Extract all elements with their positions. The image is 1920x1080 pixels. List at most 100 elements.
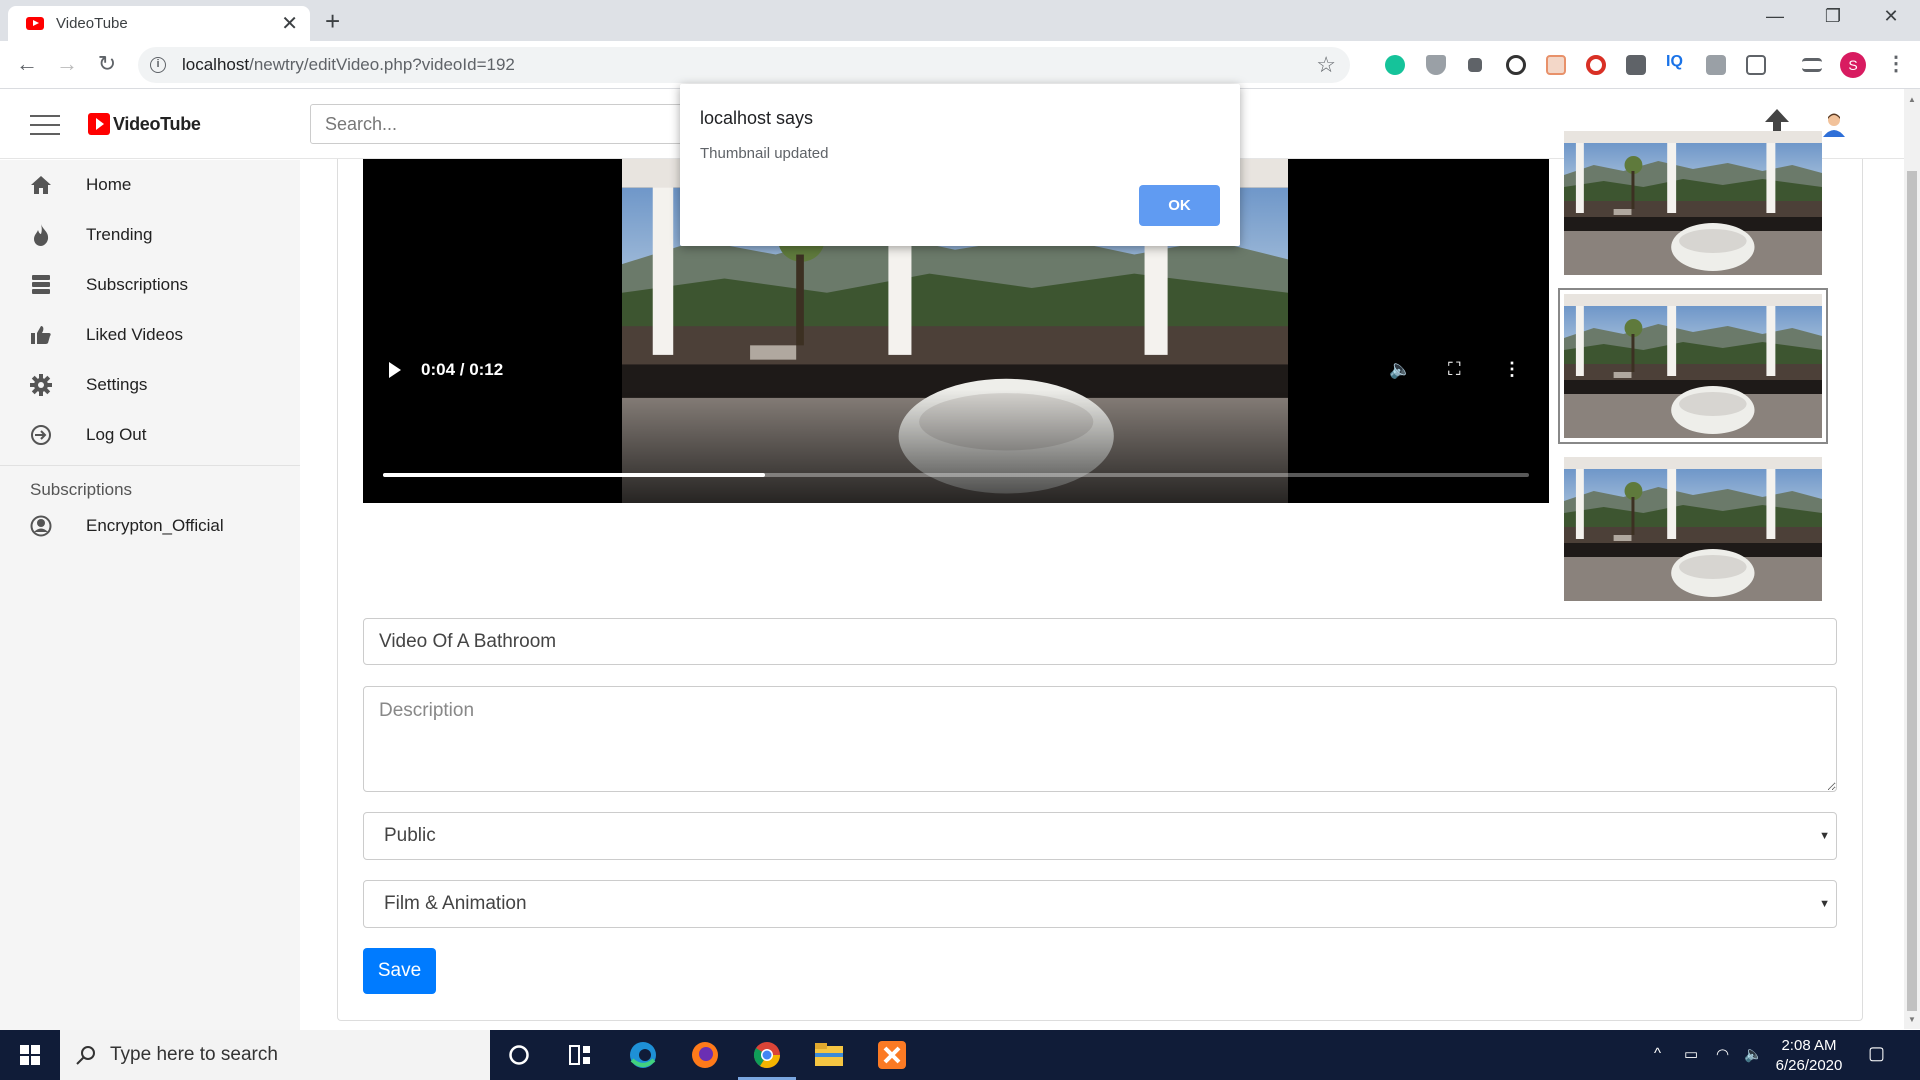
close-window-icon[interactable]: ✕ <box>1876 6 1906 27</box>
url-text[interactable]: localhost/newtry/editVideo.php?videoId=1… <box>182 55 515 75</box>
sidebar: Home Trending Subscriptions Liked Videos… <box>0 160 300 1030</box>
video-title-input[interactable] <box>363 618 1837 665</box>
chevron-down-icon: ▼ <box>1819 898 1830 910</box>
dialog-message: Thumbnail updated <box>700 145 829 162</box>
sidebar-item-label: Trending <box>86 225 153 244</box>
alert-dialog: localhost says Thumbnail updated OK <box>680 84 1240 246</box>
scrollbar-thumb[interactable] <box>1907 171 1917 1011</box>
speaker-icon[interactable]: 🔈 <box>1744 1045 1763 1063</box>
back-arrow-icon[interactable]: ← <box>14 51 40 77</box>
taskbar-clock[interactable]: 2:08 AM 6/26/2020 <box>1764 1036 1854 1076</box>
thumbnail-option-selected[interactable] <box>1560 290 1826 442</box>
scroll-down-icon[interactable]: ▼ <box>1908 1015 1916 1024</box>
sidebar-divider <box>0 465 300 466</box>
address-bar[interactable]: i localhost/newtry/editVideo.php?videoId… <box>138 47 1350 83</box>
subscription-channel-label: Encrypton_Official <box>86 516 224 535</box>
category-selected-value: Film & Animation <box>384 893 527 914</box>
logo-text: VideoTube <box>113 113 201 134</box>
video-extension-icon[interactable] <box>1706 55 1726 75</box>
record-extension-icon[interactable] <box>1506 55 1526 75</box>
new-tab-icon[interactable]: + <box>325 6 340 36</box>
volume-icon[interactable]: 🔈 <box>1389 359 1411 380</box>
calendar-extension-icon[interactable] <box>1546 55 1566 75</box>
videotube-favicon-icon <box>26 17 44 30</box>
sidebar-item-label: Settings <box>86 375 148 394</box>
privacy-selected-value: Public <box>384 825 436 846</box>
forward-arrow-icon[interactable]: → <box>54 51 80 77</box>
subscriptions-icon <box>30 274 52 296</box>
video-controls-overlay <box>363 389 1549 503</box>
category-select[interactable]: Film & Animation ▼ <box>363 880 1837 928</box>
wifi-icon[interactable]: ◠ <box>1716 1045 1729 1063</box>
description-input[interactable] <box>363 686 1837 792</box>
grammarly-extension-icon[interactable] <box>1385 55 1405 75</box>
gear-icon <box>30 374 52 396</box>
edge-browser-icon[interactable] <box>626 1039 660 1071</box>
stop-extension-icon[interactable] <box>1586 55 1606 75</box>
url-path: /newtry/editVideo.php?videoId=192 <box>249 55 515 74</box>
fullscreen-icon[interactable]: ⛶ <box>1448 359 1461 380</box>
video-progress-bar[interactable] <box>383 473 1529 477</box>
windows-start-icon[interactable] <box>0 1030 60 1080</box>
privacy-select[interactable]: Public ▼ <box>363 812 1837 860</box>
taskbar-search[interactable]: Type here to search <box>60 1030 490 1080</box>
videotube-logo[interactable]: VideoTube <box>88 113 201 135</box>
more-options-icon[interactable]: ⋮ <box>1503 359 1521 380</box>
sidebar-item-label: Subscriptions <box>86 275 189 294</box>
dialog-title: localhost says <box>700 108 814 128</box>
video-time: 0:04 / 0:12 <box>421 360 504 379</box>
restore-icon[interactable]: ❐ <box>1818 6 1848 27</box>
thumbnail-image <box>1564 294 1822 438</box>
close-tab-icon[interactable]: ✕ <box>281 11 298 36</box>
search-input[interactable] <box>310 104 730 144</box>
flame-icon <box>30 224 52 246</box>
media-queue-icon[interactable] <box>1802 58 1822 72</box>
sidebar-item-subscriptions[interactable]: Subscriptions <box>0 260 300 310</box>
info-icon[interactable]: i <box>150 57 166 73</box>
show-hidden-icons[interactable]: ^ <box>1654 1045 1661 1062</box>
task-view-icon[interactable] <box>563 1039 597 1071</box>
subscription-item[interactable]: Encrypton_Official <box>0 506 300 546</box>
iq-extension-icon[interactable]: IQ <box>1666 53 1686 73</box>
bookmark-star-icon[interactable]: ☆ <box>1316 52 1336 78</box>
thumbnail-option[interactable] <box>1564 457 1822 601</box>
tb-extension-icon[interactable] <box>1626 55 1646 75</box>
sidebar-item-label: Log Out <box>86 425 147 444</box>
chrome-icon[interactable] <box>750 1039 784 1071</box>
sidebar-item-home[interactable]: Home <box>0 160 300 210</box>
dialog-ok-button[interactable]: OK <box>1139 185 1220 226</box>
video-progress-fill <box>383 473 765 477</box>
eyedropper-extension-icon[interactable] <box>1468 58 1482 72</box>
notifications-icon[interactable]: ▢ <box>1868 1043 1885 1064</box>
clock-time: 2:08 AM <box>1781 1037 1837 1054</box>
xampp-icon[interactable] <box>875 1039 909 1071</box>
cortana-icon[interactable] <box>502 1039 536 1071</box>
battery-icon[interactable]: ▭ <box>1684 1045 1698 1063</box>
hamburger-menu-icon[interactable] <box>30 115 60 135</box>
user-circle-icon <box>30 515 52 537</box>
scroll-up-icon[interactable]: ▲ <box>1908 95 1916 104</box>
minimize-icon[interactable]: — <box>1760 6 1790 27</box>
firefox-icon[interactable] <box>688 1039 722 1071</box>
save-button[interactable]: Save <box>363 948 436 994</box>
sidebar-item-log-out[interactable]: Log Out <box>0 410 300 460</box>
sidebar-item-label: Liked Videos <box>86 325 184 344</box>
camera-extension-icon[interactable] <box>1746 55 1766 75</box>
sidebar-item-liked-videos[interactable]: Liked Videos <box>0 310 300 360</box>
thumbnail-option[interactable] <box>1564 131 1822 275</box>
user-avatar-icon[interactable] <box>1822 111 1846 137</box>
file-explorer-icon[interactable] <box>812 1039 846 1071</box>
sidebar-item-trending[interactable]: Trending <box>0 210 300 260</box>
clock-date: 6/26/2020 <box>1775 1057 1843 1074</box>
sidebar-item-label: Home <box>86 175 132 194</box>
browser-menu-icon[interactable]: ⋮ <box>1886 51 1906 76</box>
sidebar-item-settings[interactable]: Settings <box>0 360 300 410</box>
profile-avatar[interactable]: S <box>1840 52 1866 78</box>
play-icon[interactable] <box>389 362 401 378</box>
chevron-down-icon: ▼ <box>1819 830 1830 842</box>
page-scrollbar[interactable]: ▲ ▼ <box>1904 89 1920 1029</box>
tab-title: VideoTube <box>56 15 128 32</box>
shield-extension-icon[interactable] <box>1426 55 1446 75</box>
reload-icon[interactable]: ↻ <box>94 51 120 77</box>
browser-tab[interactable]: VideoTube ✕ <box>8 6 310 41</box>
